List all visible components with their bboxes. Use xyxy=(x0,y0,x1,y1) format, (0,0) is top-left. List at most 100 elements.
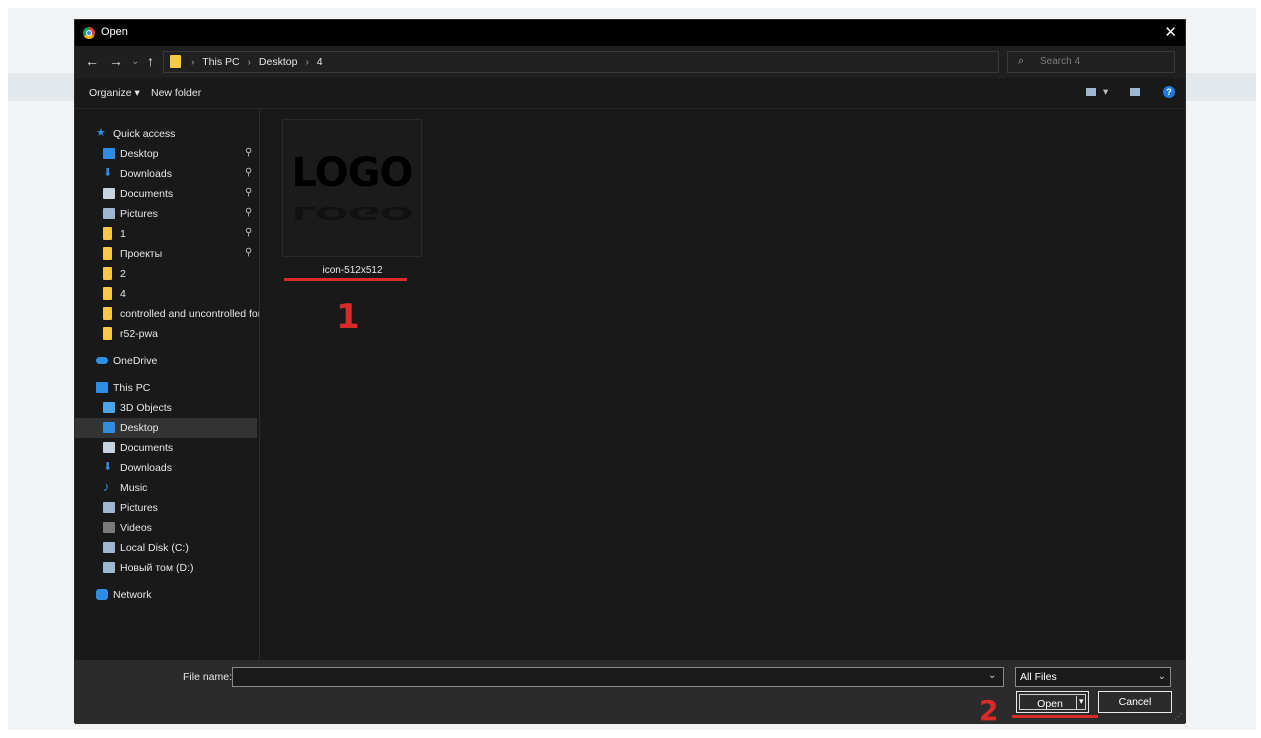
sidebar-item[interactable]: Проекты ⚲ xyxy=(75,244,257,264)
breadcrumb-separator: › xyxy=(191,56,195,68)
sidebar-item-label: OneDrive xyxy=(113,355,158,367)
folder-icon xyxy=(103,327,112,340)
recent-locations-icon[interactable]: ⌄ xyxy=(131,56,139,67)
open-button[interactable]: Open ▾ xyxy=(1016,691,1089,713)
breadcrumb-4[interactable]: 4 xyxy=(317,56,323,68)
dialog-title: Open xyxy=(101,26,128,38)
file-item[interactable]: LOGO LOGO icon-512x512 xyxy=(280,119,425,289)
navigation-pane[interactable]: ★ Quick access Desktop ⚲ ⬇ Downloads ⚲ Document… xyxy=(75,109,260,660)
sidebar-item[interactable]: This PC xyxy=(75,378,257,398)
sidebar-item-label: Documents xyxy=(120,442,174,454)
star-icon: ★ xyxy=(96,127,106,139)
pin-icon[interactable]: ⚲ xyxy=(245,167,252,178)
sidebar-item[interactable]: r52-pwa xyxy=(75,324,257,344)
pin-icon[interactable]: ⚲ xyxy=(245,207,252,218)
computer-icon xyxy=(96,382,108,393)
filename-input[interactable] xyxy=(232,667,1004,687)
folder-icon xyxy=(103,267,112,280)
sidebar-item[interactable]: ♪ Music xyxy=(75,478,257,498)
organize-button[interactable]: Organize ▾ xyxy=(89,87,140,99)
file-type-select[interactable]: All Files ⌄ xyxy=(1015,667,1171,687)
file-type-value: All Files xyxy=(1020,671,1057,683)
sidebar-item[interactable]: Новый том (D:) xyxy=(75,558,257,578)
sidebar-item[interactable]: 3D Objects xyxy=(75,398,257,418)
sidebar-item-label: Music xyxy=(120,482,148,494)
sidebar-item[interactable]: Network xyxy=(75,585,257,605)
change-view-icon[interactable] xyxy=(1086,88,1096,96)
sidebar-item[interactable]: 1 ⚲ xyxy=(75,224,257,244)
folder-icon xyxy=(103,247,112,260)
sidebar-item[interactable]: 4 xyxy=(75,284,257,304)
command-bar: Organize ▾ New folder ▾ ? xyxy=(75,78,1185,109)
sidebar-item-label: controlled and uncontrolled for xyxy=(120,308,260,320)
sidebar-item[interactable]: 2 xyxy=(75,264,257,284)
filename-history-chevron-icon[interactable]: ⌄ xyxy=(988,670,996,681)
forward-arrow-icon[interactable]: → xyxy=(109,53,123,69)
help-icon[interactable]: ? xyxy=(1163,86,1175,98)
logo-thumbnail-text: LOGO xyxy=(291,150,414,196)
search-placeholder: Search 4 xyxy=(1040,56,1081,67)
folder-icon xyxy=(170,55,181,68)
sidebar-item[interactable]: Local Disk (C:) xyxy=(75,538,257,558)
cube-icon xyxy=(103,402,115,413)
sidebar-item[interactable]: Documents ⚲ xyxy=(75,184,257,204)
cancel-button[interactable]: Cancel xyxy=(1098,691,1172,713)
back-arrow-icon[interactable]: ← xyxy=(85,53,99,69)
address-row: ← → ⌄ ↑ › This PC › Desktop › 4 ⌄ ↻ ⌕ Se… xyxy=(75,46,1185,78)
pictures-icon xyxy=(103,502,115,513)
breadcrumb-this-pc[interactable]: This PC xyxy=(202,56,239,68)
sidebar-item-label: Videos xyxy=(120,522,152,534)
pin-icon[interactable]: ⚲ xyxy=(245,147,252,158)
search-icon: ⌕ xyxy=(1018,55,1025,67)
sidebar-item[interactable]: Pictures ⚲ xyxy=(75,204,257,224)
sidebar-item-label: Downloads xyxy=(120,168,172,180)
close-icon[interactable]: ✕ xyxy=(1164,23,1177,41)
folder-icon xyxy=(103,307,112,320)
pin-icon[interactable]: ⚲ xyxy=(245,227,252,238)
file-list: LOGO LOGO icon-512x512 xyxy=(260,109,1185,660)
desktop-folder-icon xyxy=(103,148,115,159)
desktop-folder-icon xyxy=(103,422,115,433)
sidebar-item-label: Documents xyxy=(120,188,174,200)
videos-icon xyxy=(103,522,115,533)
sidebar-item-label: r52-pwa xyxy=(120,328,158,340)
open-file-dialog: Open ✕ ← → ⌄ ↑ › This PC › Desktop › 4 ⌄… xyxy=(74,19,1186,724)
pin-icon[interactable]: ⚲ xyxy=(245,187,252,198)
sidebar-item-label: Pictures xyxy=(120,502,158,514)
open-split-arrow-icon[interactable]: ▾ xyxy=(1079,696,1084,707)
sidebar-item[interactable]: ⬇ Downloads ⚲ xyxy=(75,164,257,184)
file-thumbnail: LOGO LOGO xyxy=(282,119,422,257)
resize-grip-icon[interactable]: ⋰ xyxy=(1174,712,1182,721)
preview-pane-icon[interactable] xyxy=(1130,88,1140,96)
chevron-down-icon: ⌄ xyxy=(1157,671,1166,682)
sidebar-item[interactable]: Videos xyxy=(75,518,257,538)
network-icon xyxy=(96,589,108,600)
chrome-icon xyxy=(83,27,95,39)
address-bar[interactable]: › This PC › Desktop › 4 ⌄ ↻ xyxy=(163,51,1078,73)
breadcrumb-desktop[interactable]: Desktop xyxy=(259,56,298,68)
documents-icon xyxy=(103,442,115,453)
breadcrumb: › This PC › Desktop › 4 xyxy=(186,56,323,68)
sidebar-item[interactable]: ⬇ Downloads xyxy=(75,458,257,478)
sidebar-item[interactable]: Pictures xyxy=(75,498,257,518)
sidebar-item-label: This PC xyxy=(113,382,151,394)
sidebar-item-label: Network xyxy=(113,589,152,601)
sidebar-item[interactable]: ★ Quick access xyxy=(75,124,257,144)
pin-icon[interactable]: ⚲ xyxy=(245,247,252,258)
sidebar-item-label: Downloads xyxy=(120,462,172,474)
search-input[interactable]: ⌕ Search 4 xyxy=(1007,51,1175,73)
page-top-band xyxy=(0,0,1261,8)
sidebar-item-label: 4 xyxy=(120,288,126,300)
download-icon: ⬇ xyxy=(103,461,113,473)
up-arrow-icon[interactable]: ↑ xyxy=(147,53,154,69)
sidebar-item[interactable]: Documents xyxy=(75,438,257,458)
sidebar-item[interactable]: controlled and uncontrolled for xyxy=(75,304,260,324)
sidebar-item[interactable]: Desktop xyxy=(75,418,257,438)
sidebar-item[interactable]: OneDrive xyxy=(75,351,257,371)
sidebar-item-label: Quick access xyxy=(113,128,176,140)
folder-icon xyxy=(103,287,112,300)
sidebar-item[interactable]: Desktop ⚲ xyxy=(75,144,257,164)
annotation-number-2: 2 xyxy=(979,694,999,727)
view-options-chevron-icon[interactable]: ▾ xyxy=(1103,86,1108,98)
new-folder-button[interactable]: New folder xyxy=(151,87,201,99)
